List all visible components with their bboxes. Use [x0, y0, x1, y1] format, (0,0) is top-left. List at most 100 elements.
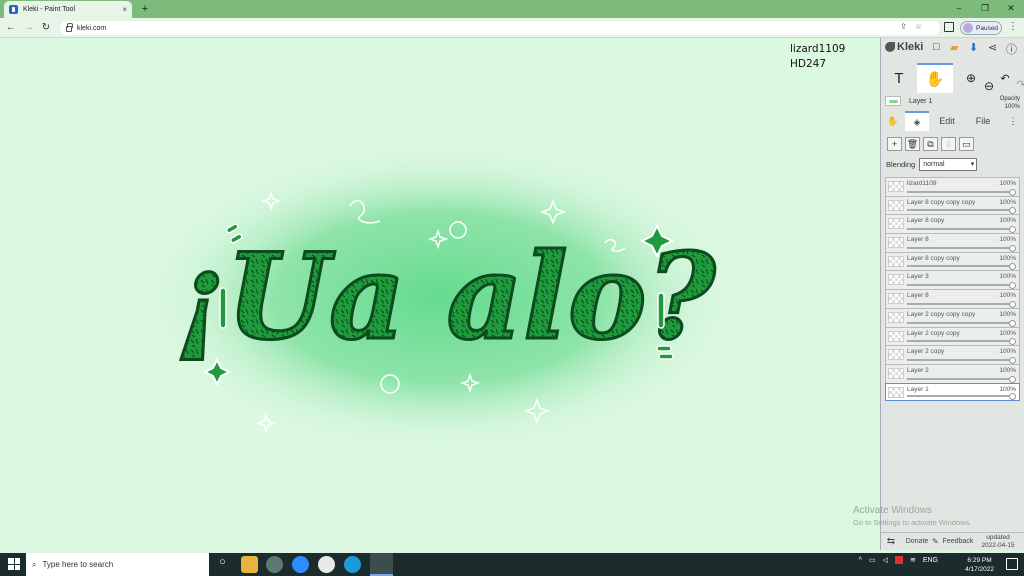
- layer-opacity-handle[interactable]: [1009, 226, 1016, 234]
- layer-opacity-slider[interactable]: [907, 302, 1013, 305]
- restore-button[interactable]: ❐: [972, 0, 998, 18]
- hand-tool-icon[interactable]: ✋: [917, 63, 953, 93]
- add-layer-button[interactable]: +: [887, 137, 902, 151]
- layer-row[interactable]: Layer 2 copy copy 100%: [885, 326, 1020, 346]
- antivirus-icon[interactable]: [894, 556, 903, 564]
- share-icon[interactable]: ⋖: [988, 41, 997, 54]
- browser-menu-icon[interactable]: ⋮: [1008, 21, 1018, 32]
- layer-opacity-handle[interactable]: [1009, 188, 1016, 196]
- tab-file[interactable]: File: [965, 111, 1001, 131]
- text-tool-icon[interactable]: T: [881, 63, 917, 93]
- minimize-button[interactable]: –: [946, 0, 972, 18]
- layer-row[interactable]: Layer 2 copy 100%: [885, 345, 1020, 364]
- network-icon[interactable]: ▭: [869, 556, 876, 564]
- profile-button[interactable]: Paused: [960, 21, 1002, 35]
- url-bar[interactable]: kleki.com ⇪ ☆: [60, 21, 940, 35]
- language-indicator[interactable]: ENG: [923, 557, 938, 564]
- close-tab-icon[interactable]: ×: [122, 5, 127, 14]
- layer-opacity-slider[interactable]: [907, 377, 1013, 380]
- layer-opacity-handle[interactable]: [1009, 282, 1016, 290]
- more-menu-icon[interactable]: ⋮: [1001, 111, 1024, 131]
- edge-icon[interactable]: [344, 556, 361, 573]
- side-panel-icon[interactable]: [944, 22, 954, 32]
- layer-row[interactable]: Layer 2 copy copy copy 100%: [885, 307, 1020, 327]
- mail-icon[interactable]: [318, 556, 335, 573]
- drawing-canvas[interactable]: ¡Ua alo? lizard1109 HD247: [0, 38, 880, 550]
- chrome-icon[interactable]: [370, 553, 393, 576]
- layer-opacity-handle[interactable]: [1009, 300, 1016, 308]
- forward-arrow-icon[interactable]: →: [23, 21, 35, 35]
- feedback-link[interactable]: Feedback: [940, 538, 976, 545]
- layer-row[interactable]: Layer 3 100%: [885, 270, 1020, 290]
- layer-opacity-slider[interactable]: [907, 340, 1013, 343]
- reload-icon[interactable]: ↻: [40, 21, 52, 35]
- tab-hand-icon[interactable]: ✋: [881, 111, 905, 131]
- layer-opacity-slider[interactable]: [907, 358, 1013, 361]
- layer-opacity-handle[interactable]: [1009, 393, 1016, 401]
- bookmark-star-icon[interactable]: ☆: [915, 22, 922, 31]
- layer-opacity-slider[interactable]: [907, 209, 1013, 212]
- swap-icon[interactable]: ⇆: [880, 536, 902, 547]
- taskbar-search[interactable]: ⌕ Type here to search: [26, 553, 209, 576]
- layer-name: Layer 8 copy copy copy: [907, 198, 976, 206]
- layer-opacity-handle[interactable]: [1009, 263, 1016, 271]
- task-view-icon[interactable]: ○: [214, 556, 231, 573]
- layer-opacity-handle[interactable]: [1009, 338, 1016, 346]
- back-arrow-icon[interactable]: ←: [5, 21, 17, 35]
- browser-tab[interactable]: Kleki - Paint Tool ×: [4, 1, 132, 18]
- layer-thumbnail: [888, 218, 904, 230]
- windows-start-icon[interactable]: [8, 558, 20, 570]
- layer-row[interactable]: Layer 8 copy 100%: [885, 214, 1020, 234]
- layer-row[interactable]: Layer 2 100%: [885, 363, 1020, 383]
- layer-row[interactable]: Layer 8 100%: [885, 233, 1020, 252]
- help-icon[interactable]: ⓘ: [1006, 41, 1017, 57]
- clock[interactable]: 6:29 PM 4/17/2022: [965, 556, 994, 574]
- layer-opacity-slider[interactable]: [907, 190, 1013, 193]
- donate-link[interactable]: Donate: [902, 538, 932, 545]
- rename-layer-button[interactable]: ▭: [959, 137, 974, 151]
- layer-row[interactable]: Layer 8 copy copy 100%: [885, 251, 1020, 271]
- layer-opacity-handle[interactable]: [1009, 319, 1016, 327]
- volume-icon[interactable]: ◁: [883, 556, 888, 564]
- file-explorer-icon[interactable]: [241, 556, 258, 573]
- new-tab-button[interactable]: +: [139, 2, 151, 16]
- notification-icon[interactable]: [1006, 558, 1018, 570]
- duplicate-layer-button[interactable]: ⧉: [923, 137, 938, 151]
- merge-layer-button[interactable]: ⇩: [941, 137, 956, 151]
- layer-row[interactable]: Layer 8 100%: [885, 289, 1020, 308]
- browser-title-bar: Kleki - Paint Tool × + – ❐ ✕: [0, 0, 1024, 18]
- layer-row[interactable]: Layer 1 100%: [885, 382, 1020, 402]
- chevron-up-icon[interactable]: ^: [859, 557, 862, 564]
- download-icon[interactable]: ⬇: [969, 41, 978, 54]
- layer-opacity: 100%: [999, 292, 1016, 300]
- layer-opacity-handle[interactable]: [1009, 356, 1016, 364]
- layer-name: Layer 8: [907, 292, 929, 300]
- layer-thumbnail: [888, 199, 904, 211]
- layer-opacity-handle[interactable]: [1009, 207, 1016, 215]
- current-layer-preview[interactable]: Layer 1: [885, 96, 932, 106]
- layer-row[interactable]: Layer 8 copy copy copy 100%: [885, 195, 1020, 215]
- layer-opacity: 100%: [999, 217, 1016, 225]
- panel-tabs: ✋ ◈ Edit File ⋮: [881, 111, 1024, 131]
- zoom-app-icon[interactable]: [292, 556, 309, 573]
- app-icon[interactable]: [266, 556, 283, 573]
- layer-opacity-slider[interactable]: [907, 395, 1013, 398]
- layer-opacity-slider[interactable]: [907, 321, 1013, 324]
- layer-opacity-slider[interactable]: [907, 246, 1013, 249]
- layer-opacity-slider[interactable]: [907, 265, 1013, 268]
- new-image-icon[interactable]: □: [933, 41, 940, 53]
- tab-layers-icon[interactable]: ◈: [905, 111, 929, 131]
- wifi-icon[interactable]: ≋: [910, 556, 916, 564]
- close-window-button[interactable]: ✕: [998, 0, 1024, 18]
- layer-row[interactable]: lizard1109 100%: [885, 177, 1020, 196]
- open-folder-icon[interactable]: ▰: [950, 41, 958, 54]
- layer-opacity-slider[interactable]: [907, 284, 1013, 287]
- kleki-logo[interactable]: Kleki: [885, 41, 923, 53]
- share-icon[interactable]: ⇪: [900, 22, 907, 31]
- layer-opacity-handle[interactable]: [1009, 375, 1016, 383]
- layer-opacity-handle[interactable]: [1009, 244, 1016, 252]
- delete-layer-button[interactable]: 🗑: [905, 137, 920, 151]
- tab-edit[interactable]: Edit: [929, 111, 965, 131]
- layer-opacity-slider[interactable]: [907, 228, 1013, 231]
- blending-select[interactable]: normal: [919, 158, 978, 171]
